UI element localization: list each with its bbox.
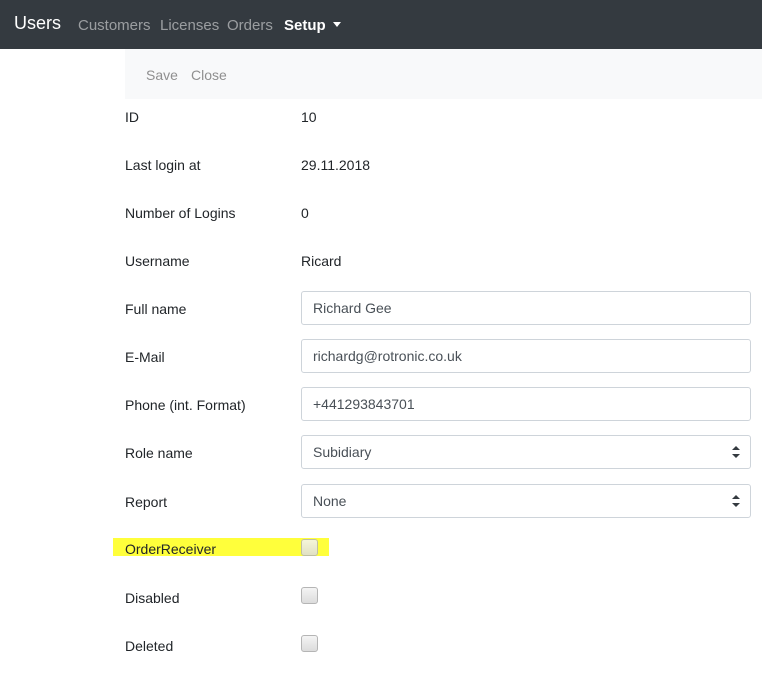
email-input-value: richardg@rotronic.co.uk: [313, 348, 462, 364]
last-login-label: Last login at: [125, 157, 201, 173]
order-receiver-label: OrderReceiver: [125, 541, 217, 557]
nav-link-orders[interactable]: Orders: [227, 17, 273, 34]
action-toolbar: Save Close: [125, 49, 762, 99]
username-label: Username: [125, 253, 190, 269]
nav-dropdown-setup[interactable]: Setup: [284, 17, 341, 34]
nav-link-licenses[interactable]: Licenses: [160, 17, 219, 34]
phone-label: Phone (int. Format): [125, 397, 246, 413]
order-receiver-checkbox[interactable]: [301, 539, 318, 556]
nav-dropdown-setup-label: Setup: [284, 17, 326, 34]
full-name-input-value: Richard Gee: [313, 300, 392, 316]
close-button[interactable]: Close: [191, 67, 227, 83]
phone-input-value: +441293843701: [313, 396, 415, 412]
last-login-value: 29.11.2018: [301, 157, 371, 173]
full-name-label: Full name: [125, 301, 187, 317]
nav-link-customers[interactable]: Customers: [78, 17, 151, 34]
id-value: 10: [301, 109, 317, 125]
caret-down-icon: [332, 22, 341, 27]
username-value: Ricard: [301, 253, 342, 269]
role-name-selected: Subidiary: [313, 444, 372, 460]
role-name-label: Role name: [125, 445, 193, 461]
navbar-brand[interactable]: Users: [14, 13, 61, 34]
email-label: E-Mail: [125, 349, 165, 365]
num-logins-value: 0: [301, 205, 309, 221]
report-label: Report: [125, 494, 168, 510]
deleted-checkbox[interactable]: [301, 635, 318, 652]
disabled-label: Disabled: [125, 590, 180, 606]
save-button[interactable]: Save: [146, 67, 178, 83]
full-name-input[interactable]: Richard Gee: [301, 291, 751, 325]
select-arrows-icon: [732, 446, 740, 458]
id-label: ID: [125, 109, 139, 125]
role-name-select[interactable]: Subidiary: [301, 435, 751, 469]
disabled-checkbox[interactable]: [301, 587, 318, 604]
deleted-label: Deleted: [125, 638, 174, 654]
report-select[interactable]: None: [301, 484, 751, 518]
top-navbar: Users Customers Licenses Orders Setup: [0, 0, 762, 49]
num-logins-label: Number of Logins: [125, 205, 236, 221]
report-selected: None: [313, 493, 347, 509]
email-input[interactable]: richardg@rotronic.co.uk: [301, 339, 751, 373]
select-arrows-icon: [732, 495, 740, 507]
phone-input[interactable]: +441293843701: [301, 387, 751, 421]
